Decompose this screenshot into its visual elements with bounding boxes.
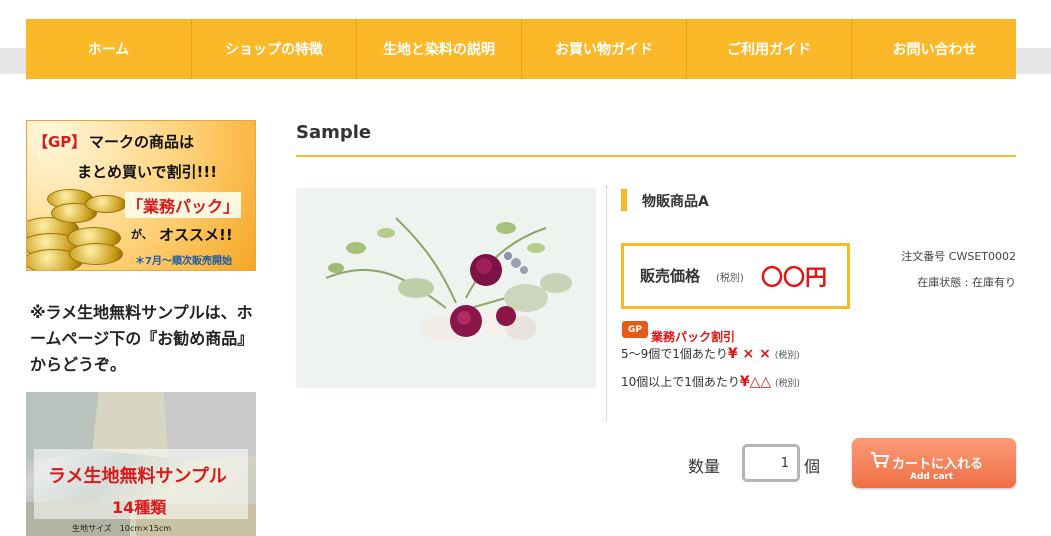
nav-item-home[interactable]: ホーム [26,19,192,79]
sample-banner-size: 生地サイズ 10cm×15cm [72,524,172,533]
banner-note: ＊7月～順次販売開始 [135,256,232,267]
tier1-value: ¥ × × [727,346,771,362]
discount-tier-2: 10個以上で1個あたり¥△△ (税別) [621,373,800,390]
stock-status: 在庫状態 : 在庫有り [917,276,1016,289]
tier2-tax: (税別) [775,379,801,389]
free-sample-banner[interactable]: ラメ生地無料サンプル 14種類 生地サイズ 10cm×15cm [26,392,256,536]
price-value: 〇〇円 [761,266,828,291]
banner-line1: マークの商品は [89,133,195,151]
add-to-cart-button[interactable]: カートに入れる Add cart [852,438,1016,488]
order-number: 注文番号 CWSET0002 [901,250,1016,263]
tier2-value: ¥△△ [739,374,772,390]
price-box: 販売価格 (税別) 〇〇円 [621,243,850,309]
banner-line2: まとめ買いで割引!!! [77,163,218,181]
product-name-marker [621,189,627,211]
add-to-cart-label: カートに入れる [892,457,984,472]
discount-tier-1: 5～9個で1個あたり¥ × × (税別) [621,345,800,362]
cart-icon [871,452,889,468]
banner-line3: 「業務パック」 [125,192,242,218]
quantity-unit: 個 [804,457,821,476]
product-name: 物販商品A [642,194,709,210]
flower-arrangement-icon [296,188,596,388]
quantity-input[interactable] [742,444,800,482]
tier1-text: 5～9個で1個あたり [621,347,728,361]
banner-line4-small: が、 [131,228,153,241]
nav-item-contact[interactable]: お問い合わせ [852,19,1017,79]
nav-item-shop-features[interactable]: ショップの特徴 [192,19,357,79]
title-divider [296,155,1016,157]
sample-note-text: ※ラメ生地無料サンプルは、ホームページ下の『お勧め商品』からどうぞ。 [30,303,254,374]
sample-banner-title: ラメ生地無料サンプル [48,466,227,487]
coin-graphic [69,243,123,265]
gp-badge-icon: GP [622,321,648,338]
sample-banner-count: 14種類 [112,498,167,517]
tier2-text: 10個以上で1個あたり [621,375,740,389]
page-title: Sample [296,122,372,143]
banner-gp-mark: 【GP】 [33,133,87,151]
price-label: 販売価格 [640,267,701,285]
tier1-tax: (税別) [774,351,800,361]
main-nav: ホーム ショップの特徴 生地と染料の説明 お買い物ガイド ご利用ガイド お問い合… [26,19,1016,79]
nav-item-shopping-guide[interactable]: お買い物ガイド [522,19,687,79]
coin-graphic [85,195,127,213]
quantity-label: 数量 [688,457,721,476]
bulk-pack-banner[interactable]: 【GP】 マークの商品は まとめ買いで割引!!! 「業務パック」 が、 オススメ… [26,120,256,271]
banner-line4: オススメ!! [159,226,233,244]
product-image[interactable] [296,188,596,388]
nav-item-fabric-dye[interactable]: 生地と染料の説明 [357,19,522,79]
content-divider [606,186,607,420]
nav-item-usage-guide[interactable]: ご利用ガイド [687,19,852,79]
price-tax-note: (税別) [716,273,744,284]
bulk-discount-title: 業務パック割引 [651,330,736,344]
add-to-cart-sublabel: Add cart [910,472,954,482]
